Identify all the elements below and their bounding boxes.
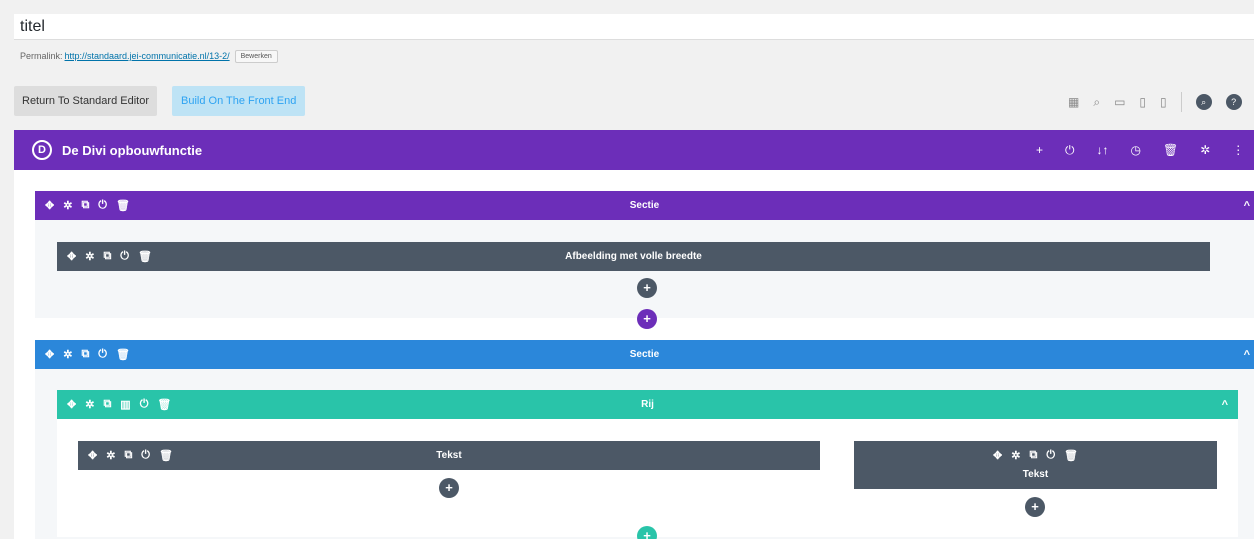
edit-permalink-button[interactable]: Bewerken <box>234 49 278 63</box>
power-icon[interactable]: ⏻ <box>98 348 107 361</box>
divi-logo-icon: D <box>32 140 52 160</box>
power-icon[interactable]: ⏻ <box>1046 449 1055 462</box>
build-front-end-button[interactable]: Build On The Front End <box>172 86 306 116</box>
columns-icon[interactable]: ▥ <box>120 398 130 411</box>
duplicate-icon[interactable]: ⧉ <box>81 348 89 361</box>
move-icon[interactable]: ✥ <box>88 449 97 462</box>
gear-icon[interactable]: ✲ <box>85 398 94 411</box>
add-module-button[interactable]: + <box>439 478 459 498</box>
more-icon[interactable]: ⋮ <box>1232 143 1244 157</box>
section-bar[interactable]: ✥ ✲ ⧉ ⏻ 🗑 Sectie ^ <box>35 340 1254 369</box>
return-standard-editor-button[interactable]: Return To Standard Editor <box>14 86 157 116</box>
trash-icon[interactable]: 🗑 <box>116 199 130 212</box>
text-module-bar[interactable]: ✥ ✲ ⧉ ⏻ 🗑 Tekst <box>854 441 1217 489</box>
module-actions: ✥ ✲ ⧉ ⏻ 🗑 <box>854 447 1217 463</box>
sort-icon[interactable]: ↓↑ <box>1097 143 1109 157</box>
gear-icon[interactable]: ✲ <box>63 348 72 361</box>
move-icon[interactable]: ✥ <box>45 199 54 212</box>
power-icon[interactable]: ⏻ <box>140 398 149 411</box>
builder-header: D De Divi opbouwfunctie + ⏻ ↓↑ ◷ 🗑 ✲ ⋮ <box>14 130 1254 170</box>
section-actions: ✥ ✲ ⧉ ⏻ 🗑 <box>45 340 130 369</box>
move-icon[interactable]: ✥ <box>993 449 1002 462</box>
gear-icon[interactable]: ✲ <box>1011 449 1020 462</box>
section-label: Sectie <box>629 200 660 211</box>
post-title-input[interactable]: titel <box>14 14 1254 40</box>
divi-builder: D De Divi opbouwfunctie + ⏻ ↓↑ ◷ 🗑 ✲ ⋮ ✥… <box>14 130 1254 539</box>
tablet-icon[interactable]: ▯ <box>1139 95 1146 109</box>
gear-icon[interactable]: ✲ <box>1200 143 1210 157</box>
history-icon[interactable]: ◷ <box>1131 143 1141 157</box>
module-label: Tekst <box>436 450 462 461</box>
add-module-button[interactable]: + <box>1025 497 1045 517</box>
duplicate-icon[interactable]: ⧉ <box>81 199 89 212</box>
portability-icon[interactable]: ⌕ <box>1195 94 1212 110</box>
move-icon[interactable]: ✥ <box>45 348 54 361</box>
gear-icon[interactable]: ✲ <box>63 199 72 212</box>
add-icon[interactable]: + <box>1036 143 1043 157</box>
desktop-icon[interactable]: ▭ <box>1114 95 1125 109</box>
builder-toolbar: ▦ ⌕ ▭ ▯ ▯ ⌕ ? <box>1068 92 1242 112</box>
module-actions: ✥ ✲ ⧉ ⏻ 🗑 <box>88 441 173 470</box>
module-actions: ✥ ✲ ⧉ ⏻ 🗑 <box>67 242 152 271</box>
zoom-icon[interactable]: ⌕ <box>1093 95 1100 110</box>
duplicate-icon[interactable]: ⧉ <box>1029 449 1037 462</box>
move-icon[interactable]: ✥ <box>67 398 76 411</box>
power-icon[interactable]: ⏻ <box>141 449 150 462</box>
permalink-link[interactable]: http://standaard.jei-communicatie.nl/13-… <box>65 51 230 61</box>
layout-icon[interactable]: ▦ <box>1068 95 1079 109</box>
gear-icon[interactable]: ✲ <box>106 449 115 462</box>
permalink-row: Permalink: http://standaard.jei-communic… <box>20 48 278 64</box>
gear-icon[interactable]: ✲ <box>85 250 94 263</box>
module-label: Tekst <box>1022 468 1049 480</box>
help-icon[interactable]: ? <box>1225 94 1242 110</box>
duplicate-icon[interactable]: ⧉ <box>103 398 111 411</box>
power-icon[interactable]: ⏻ <box>98 199 107 212</box>
trash-icon[interactable]: 🗑 <box>138 250 152 263</box>
module-bar[interactable]: ✥ ✲ ⧉ ⏻ 🗑 Afbeelding met volle breedte <box>57 242 1210 271</box>
add-section-button[interactable]: + <box>637 309 657 329</box>
row-bar[interactable]: ✥ ✲ ⧉ ▥ ⏻ 🗑 Rij ^ <box>57 390 1238 419</box>
move-icon[interactable]: ✥ <box>67 250 76 263</box>
add-module-button[interactable]: + <box>637 278 657 298</box>
power-icon[interactable]: ⏻ <box>120 250 129 263</box>
section-bar[interactable]: ✥ ✲ ⧉ ⏻ 🗑 Sectie ^ <box>35 191 1254 220</box>
add-row-button[interactable]: + <box>637 526 657 539</box>
row-label: Rij <box>641 399 654 410</box>
trash-icon[interactable]: 🗑 <box>116 348 130 361</box>
phone-icon[interactable]: ▯ <box>1160 95 1167 109</box>
power-icon[interactable]: ⏻ <box>1065 143 1075 158</box>
collapse-chevron-icon[interactable]: ^ <box>1244 191 1250 220</box>
builder-title: De Divi opbouwfunctie <box>62 142 203 158</box>
trash-icon[interactable]: 🗑 <box>1064 449 1078 462</box>
trash-icon[interactable]: 🗑 <box>1163 143 1178 157</box>
duplicate-icon[interactable]: ⧉ <box>103 250 111 263</box>
collapse-chevron-icon[interactable]: ^ <box>1244 340 1250 369</box>
row-actions: ✥ ✲ ⧉ ▥ ⏻ 🗑 <box>67 390 171 419</box>
duplicate-icon[interactable]: ⧉ <box>124 449 132 462</box>
builder-header-actions: + ⏻ ↓↑ ◷ 🗑 ✲ ⋮ <box>1036 130 1244 170</box>
section-label: Sectie <box>629 349 660 360</box>
section-actions: ✥ ✲ ⧉ ⏻ 🗑 <box>45 191 130 220</box>
toolbar-divider <box>1180 92 1182 112</box>
permalink-label: Permalink: <box>20 51 63 61</box>
trash-icon[interactable]: 🗑 <box>159 449 173 462</box>
module-label: Afbeelding met volle breedte <box>565 251 702 262</box>
trash-icon[interactable]: 🗑 <box>157 398 171 411</box>
text-module-bar[interactable]: ✥ ✲ ⧉ ⏻ 🗑 Tekst <box>78 441 820 470</box>
collapse-chevron-icon[interactable]: ^ <box>1222 390 1228 419</box>
